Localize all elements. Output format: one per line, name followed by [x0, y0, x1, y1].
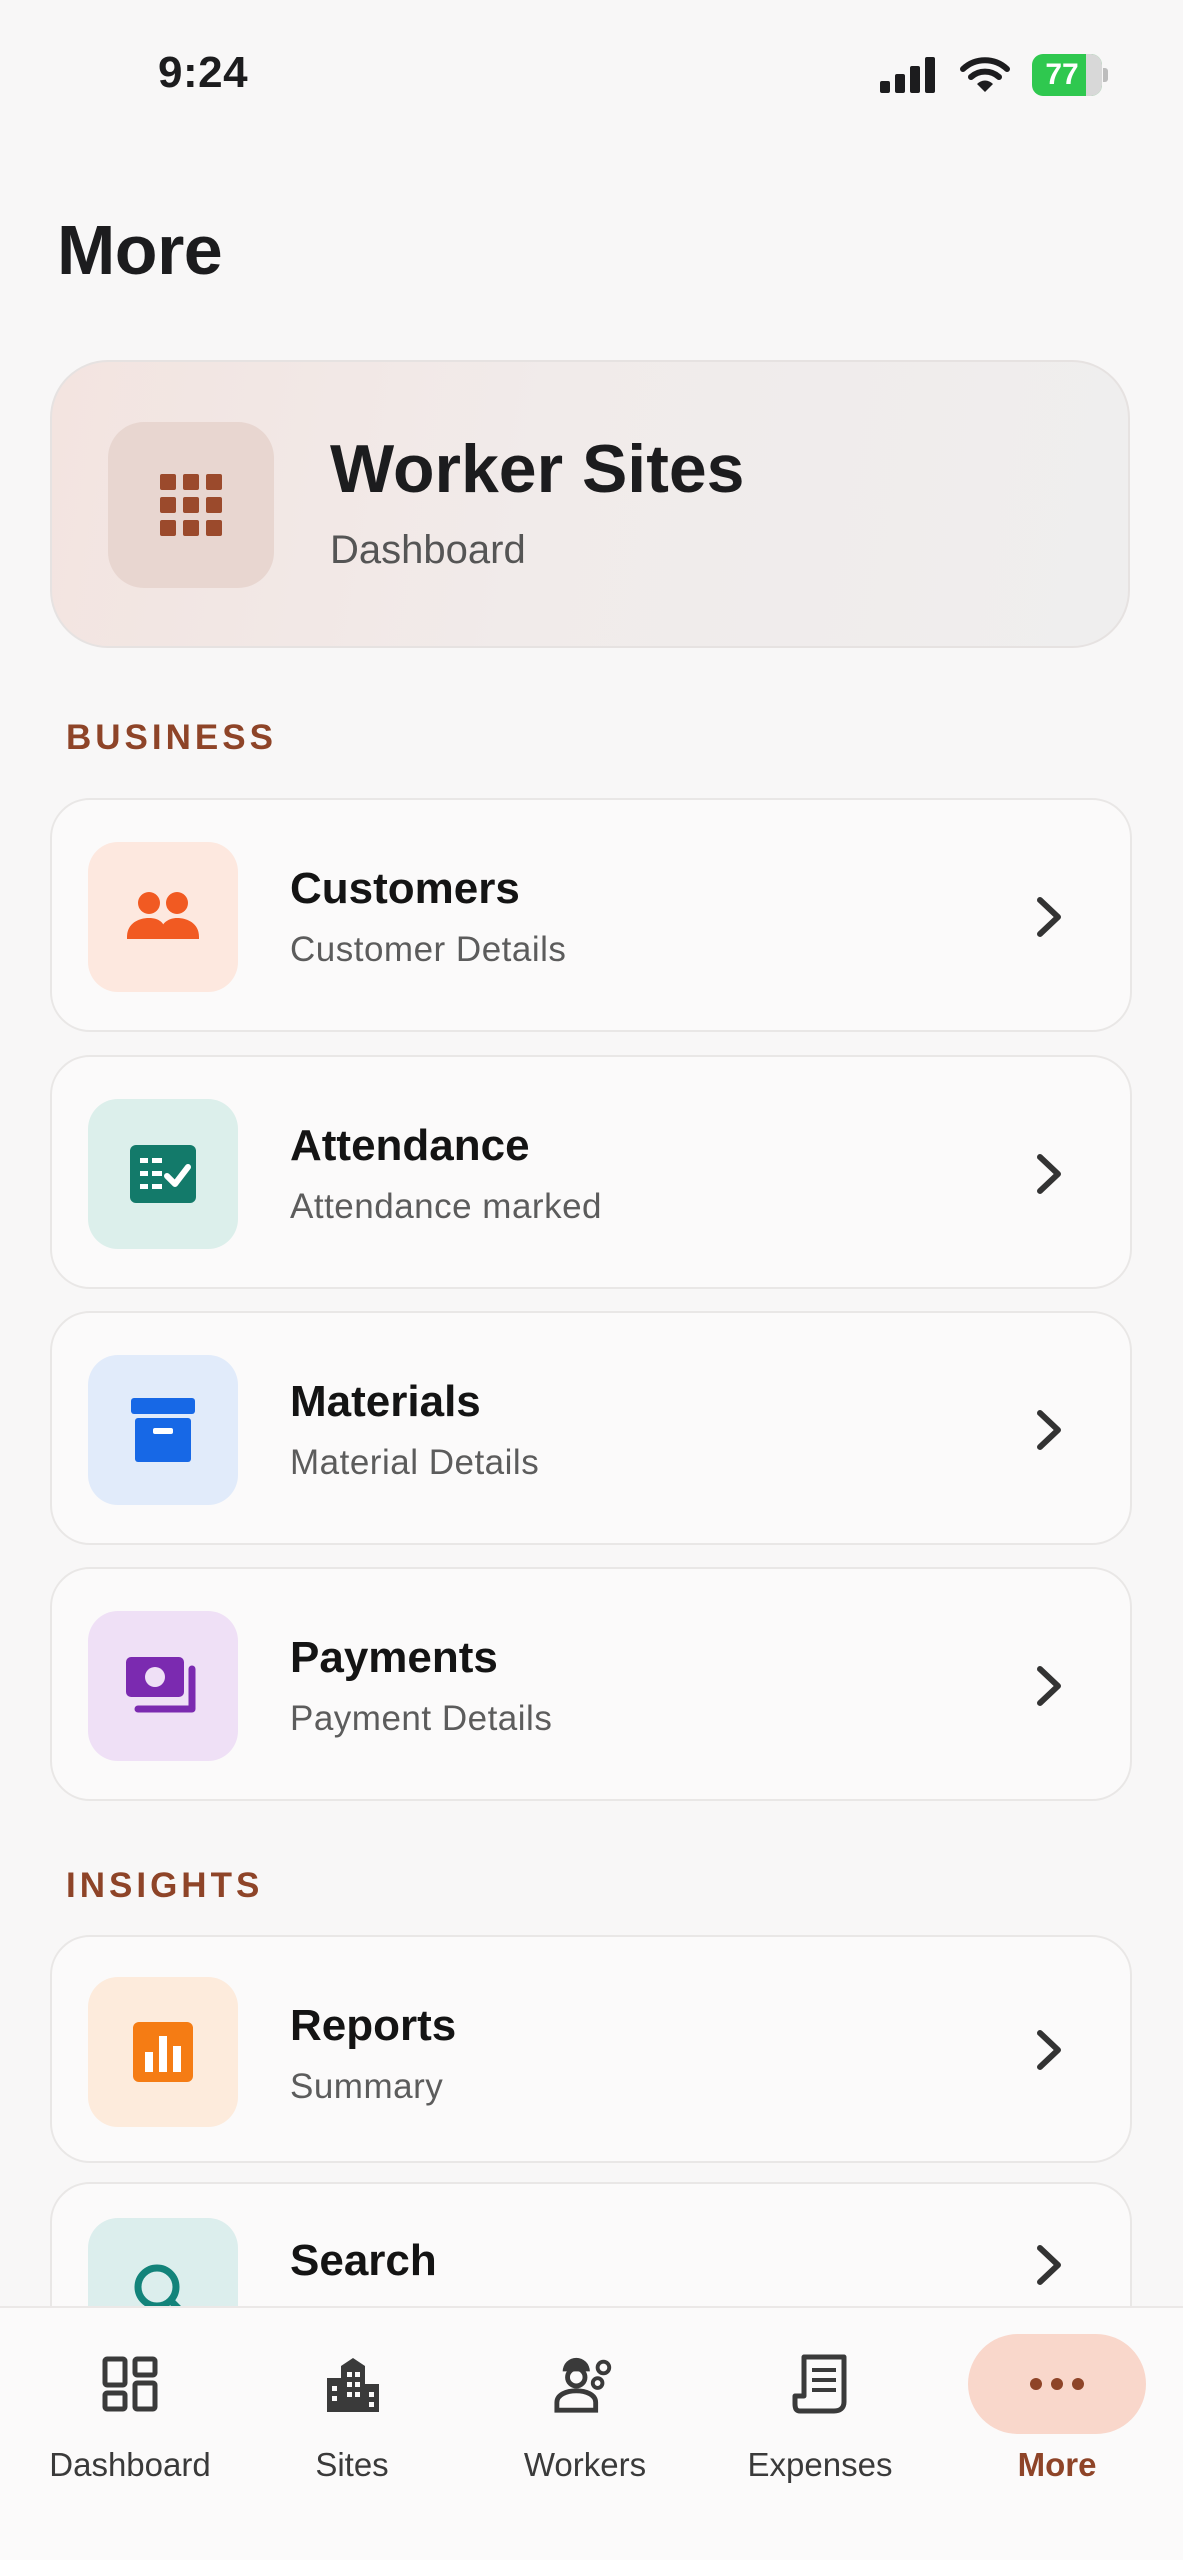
wifi-icon [960, 57, 1010, 92]
bar-chart-icon [133, 2022, 193, 2082]
menu-item-title: Materials [290, 1377, 481, 1426]
chevron-right-icon [1037, 897, 1061, 937]
section-label-business: BUSINESS [66, 718, 277, 757]
nav-item-workers[interactable]: Workers [478, 2308, 692, 2560]
buildings-icon [320, 2352, 384, 2416]
more-dots-icon [1025, 2352, 1089, 2416]
more-screen: 9:24 77 More Worker Sites Dashboard BUSI… [0, 0, 1183, 2560]
worker-sites-dashboard-card[interactable]: Worker Sites Dashboard [50, 360, 1130, 648]
menu-item-payments[interactable]: Payments Payment Details [50, 1567, 1132, 1801]
nav-item-sites[interactable]: Sites [252, 2308, 452, 2560]
menu-item-reports[interactable]: Reports Summary [50, 1935, 1132, 2163]
grid-icon [160, 474, 222, 536]
status-icons: 77 [880, 54, 1108, 96]
menu-item-title: Search [290, 2236, 437, 2285]
checklist-icon [130, 1145, 196, 1203]
menu-item-title: Attendance [290, 1121, 530, 1170]
chevron-right-icon [1037, 1410, 1061, 1450]
hero-icon-box [108, 422, 274, 588]
nav-item-dashboard[interactable]: Dashboard [20, 2308, 240, 2560]
menu-item-attendance[interactable]: Attendance Attendance marked [50, 1055, 1132, 1289]
battery-indicator: 77 [1032, 54, 1108, 96]
chevron-right-icon [1037, 1666, 1061, 1706]
menu-item-customers[interactable]: Customers Customer Details [50, 798, 1132, 1032]
menu-icon-box [88, 1977, 238, 2127]
section-label-insights: INSIGHTS [66, 1866, 264, 1905]
chevron-right-icon [1037, 2245, 1061, 2285]
nav-label: Sites [315, 2446, 389, 2483]
cellular-signal-icon [880, 57, 935, 93]
menu-icon-box [88, 842, 238, 992]
menu-icon-box [88, 1099, 238, 1249]
page-title: More [57, 211, 223, 289]
menu-item-subtitle: Payment Details [290, 1699, 553, 1738]
people-icon [127, 892, 199, 939]
nav-label: Workers [523, 2446, 647, 2483]
menu-icon-box [88, 1611, 238, 1761]
archive-box-icon [131, 1398, 195, 1462]
battery-tip [1103, 68, 1108, 82]
bottom-navigation: Dashboard Sites Workers Expenses More [0, 2306, 1183, 2560]
nav-label: Dashboard [49, 2446, 211, 2483]
menu-item-subtitle: Customer Details [290, 930, 567, 969]
nav-item-expenses[interactable]: Expenses [712, 2308, 928, 2560]
menu-item-subtitle: Summary [290, 2067, 444, 2106]
menu-item-title: Reports [290, 2001, 457, 2050]
dashboard-icon [98, 2352, 162, 2416]
hero-subtitle: Dashboard [330, 528, 526, 572]
status-time: 9:24 [158, 48, 249, 97]
nav-label: Expenses [747, 2446, 893, 2483]
menu-item-materials[interactable]: Materials Material Details [50, 1311, 1132, 1545]
receipt-icon [788, 2352, 852, 2416]
battery-body: 77 [1032, 54, 1102, 96]
menu-item-title: Customers [290, 864, 520, 913]
hero-title: Worker Sites [330, 431, 745, 507]
menu-item-subtitle: Material Details [290, 1443, 540, 1482]
battery-percent: 77 [1045, 58, 1079, 91]
workers-icon [553, 2352, 617, 2416]
menu-icon-box [88, 1355, 238, 1505]
money-icon [126, 1657, 196, 1713]
chevron-right-icon [1037, 2030, 1061, 2070]
nav-label: More [1017, 2446, 1097, 2483]
nav-item-more[interactable]: More [958, 2308, 1156, 2560]
menu-item-title: Payments [290, 1633, 498, 1682]
chevron-right-icon [1037, 1154, 1061, 1194]
status-bar: 9:24 77 [0, 0, 1183, 150]
menu-item-subtitle: Attendance marked [290, 1187, 603, 1226]
